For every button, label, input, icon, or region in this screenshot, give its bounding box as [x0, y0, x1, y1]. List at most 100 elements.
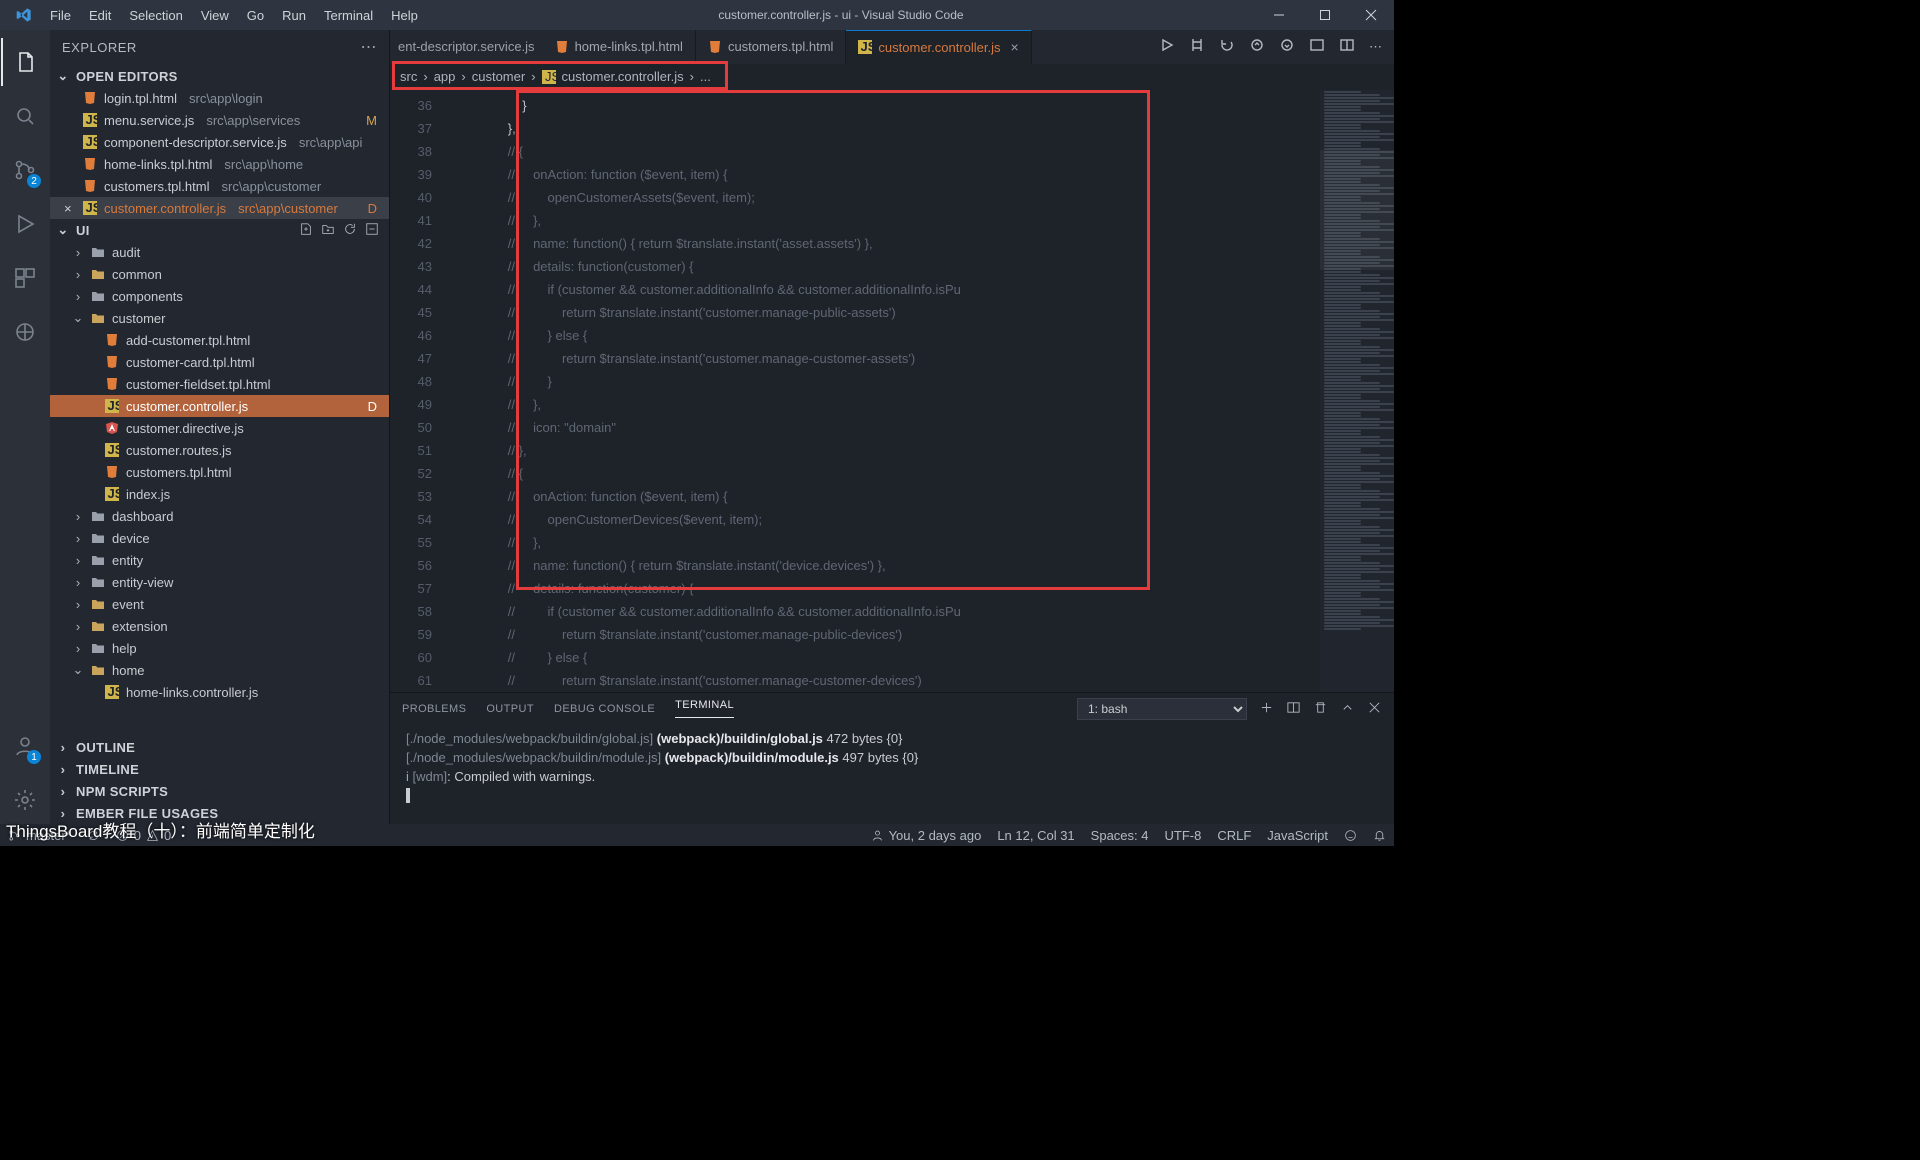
folder-item[interactable]: ›audit	[50, 241, 389, 263]
file-item[interactable]: customer-fieldset.tpl.html	[50, 373, 389, 395]
folder-icon	[90, 530, 106, 546]
status-encoding[interactable]: UTF-8	[1157, 824, 1210, 846]
window-minimize-button[interactable]	[1256, 0, 1302, 30]
new-file-icon[interactable]	[299, 222, 313, 239]
html-file-icon	[82, 178, 98, 194]
refresh-icon[interactable]	[343, 222, 357, 239]
tab-home-links-tpl-html[interactable]: home-links.tpl.html	[543, 30, 696, 64]
folder-item[interactable]: ›components	[50, 285, 389, 307]
folder-item[interactable]: ›dashboard	[50, 505, 389, 527]
run-icon[interactable]	[1159, 37, 1175, 56]
html-file-icon	[555, 40, 569, 54]
explorer-more-icon[interactable]: ⋯	[361, 43, 378, 53]
panel-tab-debug[interactable]: DEBUG CONSOLE	[554, 703, 655, 715]
open-editor-item[interactable]: customers.tpl.htmlsrc\app\customer	[50, 175, 389, 197]
split-prev-icon[interactable]	[1309, 37, 1325, 56]
panel-tab-problems[interactable]: PROBLEMS	[402, 703, 466, 715]
activity-explorer-icon[interactable]	[1, 38, 49, 86]
section-npm-scripts[interactable]: ›NPM SCRIPTS	[50, 780, 389, 802]
file-item[interactable]: JScustomer.controller.jsD	[50, 395, 389, 417]
menu-selection[interactable]: Selection	[121, 4, 190, 27]
menu-terminal[interactable]: Terminal	[316, 4, 381, 27]
folder-item[interactable]: ›extension	[50, 615, 389, 637]
activity-run-icon[interactable]	[1, 200, 49, 248]
html-file-icon	[82, 156, 98, 172]
file-item[interactable]: customer-card.tpl.html	[50, 351, 389, 373]
minimap[interactable]	[1320, 90, 1394, 692]
tab-customer-controller-js[interactable]: JScustomer.controller.js×	[846, 30, 1031, 64]
folder-item[interactable]: ›help	[50, 637, 389, 659]
status-blame[interactable]: You, 2 days ago	[863, 824, 990, 846]
terminal-selector[interactable]: 1: bash	[1077, 698, 1247, 720]
menu-edit[interactable]: Edit	[81, 4, 119, 27]
window-close-button[interactable]	[1348, 0, 1394, 30]
file-item[interactable]: JScustomer.routes.js	[50, 439, 389, 461]
terminal-new-icon[interactable]	[1259, 700, 1274, 718]
status-cursor[interactable]: Ln 12, Col 31	[989, 824, 1082, 846]
terminal-output[interactable]: [./node_modules/webpack/buildin/global.j…	[390, 725, 1394, 824]
file-item[interactable]: customers.tpl.html	[50, 461, 389, 483]
svg-text:JS: JS	[861, 40, 873, 54]
folder-item[interactable]: ›common	[50, 263, 389, 285]
svg-text:JS: JS	[108, 487, 120, 501]
menu-run[interactable]: Run	[274, 4, 314, 27]
activity-scm-icon[interactable]: 2	[1, 146, 49, 194]
js-file-icon: JS	[82, 134, 98, 150]
folder-item[interactable]: ⌄home	[50, 659, 389, 681]
open-editor-item[interactable]: ×JScustomer.controller.jssrc\app\custome…	[50, 197, 389, 219]
folder-item[interactable]: ›device	[50, 527, 389, 549]
collapse-icon[interactable]	[365, 222, 379, 239]
prev-change-icon[interactable]	[1249, 37, 1265, 56]
tab-close-icon[interactable]: ×	[1011, 39, 1019, 55]
tab-more-icon[interactable]: ⋯	[1369, 39, 1382, 55]
code-editor[interactable]: 3637383940414243444546474849505152535455…	[390, 90, 1394, 692]
revert-icon[interactable]	[1219, 37, 1235, 56]
open-editors-header[interactable]: ⌄OPEN EDITORS	[50, 65, 389, 87]
menu-go[interactable]: Go	[239, 4, 272, 27]
status-language[interactable]: JavaScript	[1259, 824, 1336, 846]
html-file-icon	[708, 40, 722, 54]
menu-file[interactable]: File	[42, 4, 79, 27]
panel-close-icon[interactable]	[1367, 700, 1382, 718]
menu-help[interactable]: Help	[383, 4, 426, 27]
terminal-split-icon[interactable]	[1286, 700, 1301, 718]
tab-truncated[interactable]: ent-descriptor.service.js	[390, 39, 543, 54]
status-indent[interactable]: Spaces: 4	[1083, 824, 1157, 846]
menu-view[interactable]: View	[193, 4, 237, 27]
status-bell-icon[interactable]	[1365, 824, 1394, 846]
compare-icon[interactable]	[1189, 37, 1205, 56]
activity-extensions-icon[interactable]	[1, 254, 49, 302]
open-editor-item[interactable]: JScomponent-descriptor.service.jssrc\app…	[50, 131, 389, 153]
next-change-icon[interactable]	[1279, 37, 1295, 56]
open-editor-item[interactable]: home-links.tpl.htmlsrc\app\home	[50, 153, 389, 175]
breadcrumb[interactable]: src › app › customer › JS customer.contr…	[390, 64, 1394, 90]
section-timeline[interactable]: ›TIMELINE	[50, 758, 389, 780]
status-eol[interactable]: CRLF	[1209, 824, 1259, 846]
panel-tab-terminal[interactable]: TERMINAL	[675, 699, 734, 718]
activity-search-icon[interactable]	[1, 92, 49, 140]
file-item[interactable]: add-customer.tpl.html	[50, 329, 389, 351]
split-editor-icon[interactable]	[1339, 37, 1355, 56]
file-item[interactable]: JSindex.js	[50, 483, 389, 505]
tab-bar: ent-descriptor.service.js home-links.tpl…	[390, 30, 1394, 64]
open-editor-item[interactable]: JSmenu.service.jssrc\app\servicesM	[50, 109, 389, 131]
new-folder-icon[interactable]	[321, 222, 335, 239]
file-item[interactable]: JShome-links.controller.js	[50, 681, 389, 703]
js-icon: JS	[104, 442, 120, 458]
project-header[interactable]: ⌄UI	[50, 219, 389, 241]
panel-maximize-icon[interactable]	[1340, 700, 1355, 718]
window-maximize-button[interactable]	[1302, 0, 1348, 30]
tab-customers-tpl-html[interactable]: customers.tpl.html	[696, 30, 846, 64]
folder-item[interactable]: ›entity-view	[50, 571, 389, 593]
status-feedback-icon[interactable]	[1336, 824, 1365, 846]
terminal-kill-icon[interactable]	[1313, 700, 1328, 718]
activity-account-icon[interactable]: 1	[1, 722, 49, 770]
folder-item[interactable]: ⌄customer	[50, 307, 389, 329]
open-editor-item[interactable]: login.tpl.htmlsrc\app\login	[50, 87, 389, 109]
file-item[interactable]: customer.directive.js	[50, 417, 389, 439]
folder-item[interactable]: ›entity	[50, 549, 389, 571]
panel-tab-output[interactable]: OUTPUT	[486, 703, 534, 715]
section-outline[interactable]: ›OUTLINE	[50, 736, 389, 758]
folder-item[interactable]: ›event	[50, 593, 389, 615]
activity-docker-icon[interactable]	[1, 308, 49, 356]
